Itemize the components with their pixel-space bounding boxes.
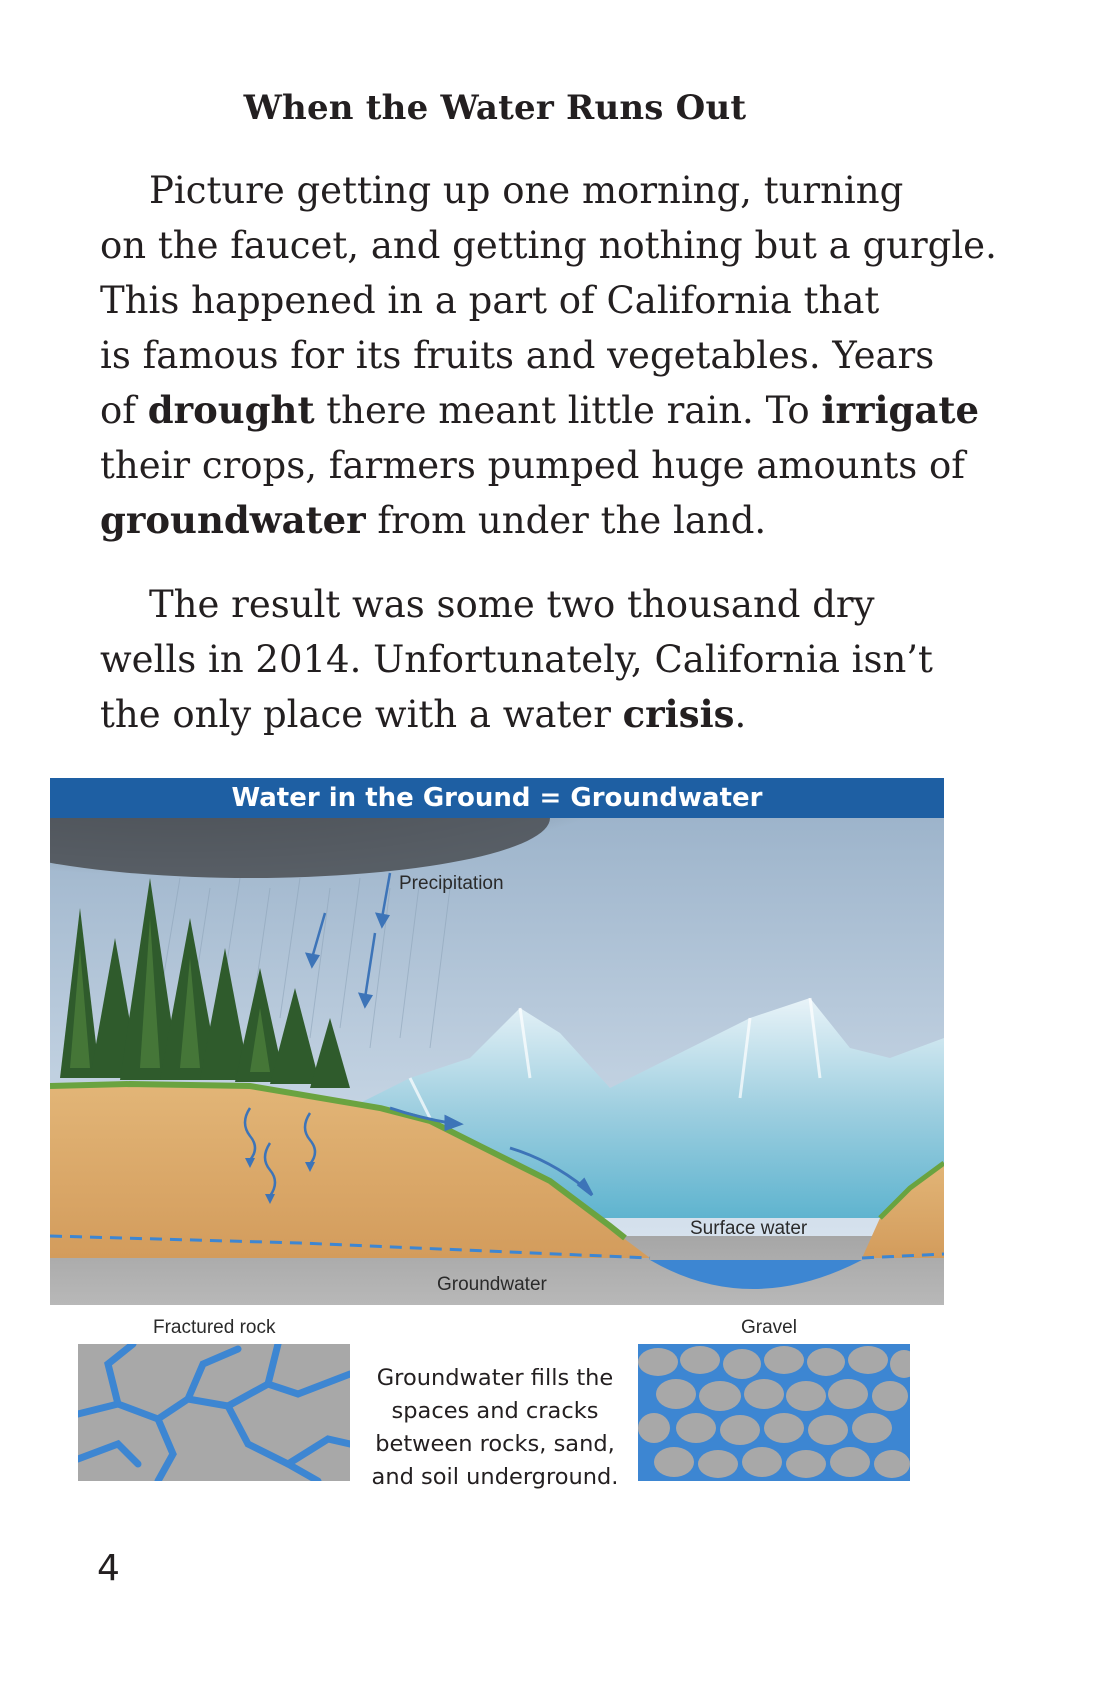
p2-line: the only place with a water crisis. xyxy=(100,687,980,742)
rock-background xyxy=(78,1344,350,1481)
p1-line: on the faucet, and getting nothing but a… xyxy=(100,224,997,267)
caption-line: Groundwater fills the xyxy=(376,1365,614,1391)
caption-line: spaces and cracks xyxy=(391,1398,599,1424)
paragraph-2: The result was some two thousand dry wel… xyxy=(100,577,980,742)
caption-line: and soil underground. xyxy=(371,1464,619,1490)
fractured-rock-inset xyxy=(78,1344,350,1481)
p1-line: their crops, farmers pumped huge amounts… xyxy=(100,444,965,487)
figure-title: Water in the Ground = Groundwater xyxy=(50,778,944,818)
precipitation-label: Precipitation xyxy=(399,873,504,894)
p1-line: is famous for its fruits and vegetables.… xyxy=(100,334,935,377)
p1-line: This happened in a part of California th… xyxy=(100,279,880,322)
gravel-inset xyxy=(638,1344,910,1481)
paragraph-1: Picture getting up one morning, turning … xyxy=(100,163,997,548)
figure-caption: Groundwater fills the spaces and cracks … xyxy=(360,1362,630,1494)
text-span: from under the land. xyxy=(365,499,767,542)
surface-water-label: Surface water xyxy=(690,1218,808,1239)
p2-line: The result was some two thousand dry xyxy=(149,583,875,626)
text-span: the only place with a water xyxy=(100,693,623,736)
page-heading: When the Water Runs Out xyxy=(243,88,747,128)
vocab-crisis: crisis xyxy=(622,692,735,736)
vocab-groundwater: groundwater xyxy=(100,498,366,542)
p1-line: of drought there meant little rain. To i… xyxy=(100,383,980,438)
caption-line: between rocks, sand, xyxy=(375,1431,615,1457)
text-span: of xyxy=(100,389,148,432)
text-span: . xyxy=(734,693,747,736)
gravel-label: Gravel xyxy=(741,1317,797,1338)
text-span: there meant little rain. To xyxy=(314,389,822,432)
vocab-irrigate: irrigate xyxy=(821,388,979,432)
p1-line: groundwater from under the land. xyxy=(100,493,980,548)
groundwater-figure: Water in the Ground = Groundwater Precip… xyxy=(50,778,944,1305)
p2-line: wells in 2014. Unfortunately, California… xyxy=(100,638,933,681)
fractured-rock-label: Fractured rock xyxy=(153,1317,276,1338)
vocab-drought: drought xyxy=(147,388,315,432)
groundwater-label: Groundwater xyxy=(437,1274,547,1295)
p1-line: Picture getting up one morning, turning xyxy=(149,169,904,212)
page-number: 4 xyxy=(97,1548,120,1589)
